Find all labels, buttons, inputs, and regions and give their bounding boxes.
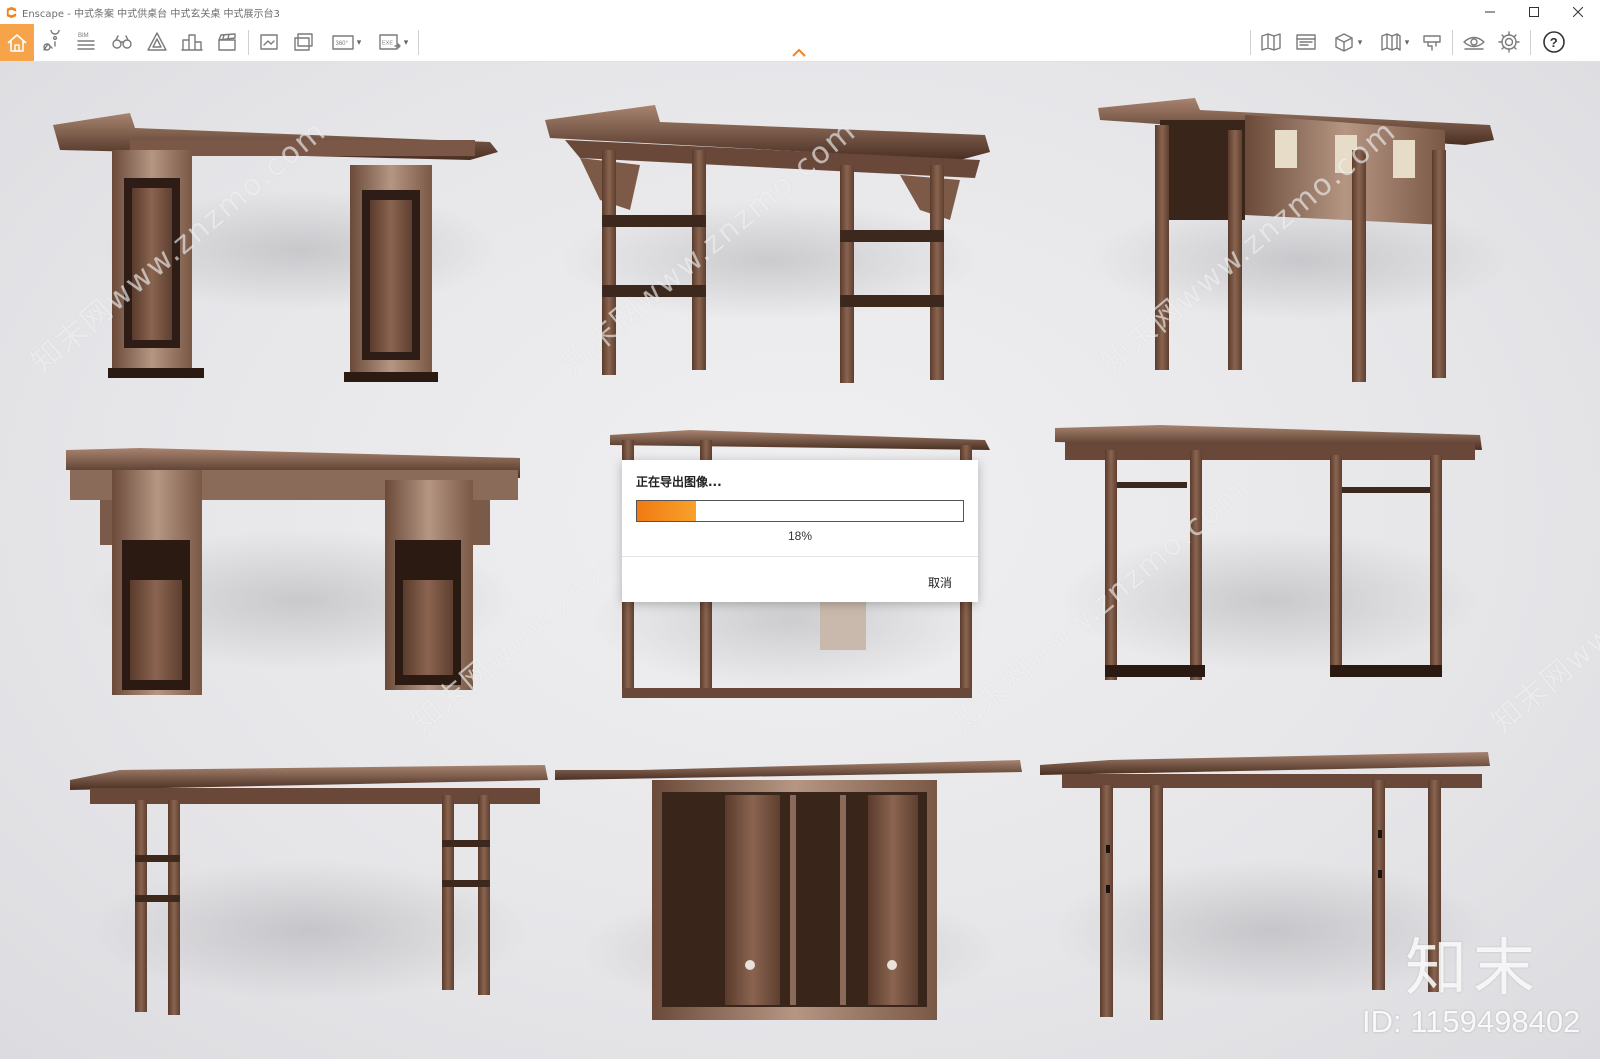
table-6 [1055, 425, 1482, 680]
panorama-button[interactable]: 360° ▾ [326, 26, 366, 58]
bim-button[interactable]: BIM [72, 26, 100, 58]
batch-render-icon [294, 33, 313, 51]
dialog-divider [622, 556, 978, 557]
bim-label: BIM [78, 33, 89, 39]
eye-icon [1463, 36, 1485, 50]
watermark-logo: 知末 [1405, 931, 1542, 1004]
toolbar-separator [1530, 30, 1531, 55]
asset-library-icon [147, 32, 167, 51]
render-image-button[interactable] [255, 26, 283, 58]
help-label: ? [1550, 35, 1558, 50]
window-title: Enscape - 中式条案 中式供桌台 中式玄关桌 中式展示台3 [22, 8, 280, 20]
batch-render-button[interactable] [290, 26, 318, 58]
cancel-button[interactable]: 取消 [928, 574, 952, 591]
location-pin-icon [43, 30, 60, 51]
render-window-icon [1296, 34, 1316, 50]
map-icon [1261, 33, 1281, 51]
help-button[interactable]: ? [1540, 26, 1568, 58]
progress-percent: 18% [787, 529, 813, 543]
toolbar-separator [418, 30, 419, 55]
settings-icon [1498, 31, 1520, 53]
render-window-button[interactable] [1292, 26, 1320, 58]
home-icon [7, 33, 27, 52]
dialog-title: 正在导出图像... [636, 475, 722, 489]
settings-button[interactable] [1495, 26, 1523, 58]
toolbar-separator [248, 30, 249, 55]
clapper-icon [218, 33, 236, 51]
panorama-label: 360° [335, 41, 348, 47]
collapse-toolbar-icon[interactable] [791, 48, 807, 58]
chevron-down-icon: ▾ [356, 36, 362, 47]
table-8 [555, 760, 1022, 1020]
minimize-button[interactable] [1468, 0, 1512, 24]
toolbar-separator [1250, 30, 1251, 55]
close-button[interactable] [1556, 0, 1600, 24]
chevron-down-icon: ▾ [1404, 36, 1410, 47]
exe-export-icon: EXE [379, 34, 401, 50]
maximize-icon [1529, 7, 1539, 17]
export-progress-dialog: 正在导出图像... 18% 取消 [622, 460, 978, 602]
buildings-icon [181, 34, 203, 51]
visual-settings-button[interactable] [1460, 26, 1488, 58]
binoculars-icon [112, 35, 132, 49]
exe-label: EXE [382, 41, 393, 47]
table-7 [70, 765, 548, 1015]
watermark-id: ID: 1159498402 [1362, 1004, 1581, 1039]
screenshot-icon [260, 34, 278, 50]
table-4 [66, 448, 520, 695]
export-progress-bar [636, 500, 964, 522]
map-button[interactable] [1257, 26, 1285, 58]
chevron-down-icon: ▾ [1357, 36, 1363, 47]
maximize-button[interactable] [1512, 0, 1556, 24]
progress-fill [637, 501, 696, 521]
home-button[interactable] [0, 24, 34, 61]
title-bar: Enscape - 中式条案 中式供桌台 中式玄关桌 中式展示台3 [0, 0, 1600, 24]
book-icon [1381, 33, 1401, 51]
site-context-button[interactable] [178, 26, 206, 58]
toolbar-separator [1452, 30, 1453, 55]
walk-mode-button[interactable] [108, 26, 136, 58]
enscape-logo-icon [6, 6, 17, 18]
exe-export-button[interactable]: EXE ▾ [372, 26, 414, 58]
material-icon [1423, 35, 1441, 51]
camera-position-button[interactable] [38, 26, 66, 58]
box-icon [1335, 33, 1353, 52]
close-icon [1573, 7, 1583, 17]
minimize-icon [1485, 11, 1495, 13]
help-icon: ? [1543, 31, 1565, 53]
window-controls [1468, 0, 1600, 24]
views-button[interactable]: ▾ [1373, 26, 1415, 58]
panorama-360-icon: 360° [332, 35, 354, 50]
video-editor-button[interactable] [213, 26, 241, 58]
asset-library-button[interactable] [143, 26, 171, 58]
bim-icon: BIM [77, 33, 95, 50]
chevron-down-icon: ▾ [403, 36, 409, 47]
material-editor-button[interactable] [1418, 26, 1446, 58]
view-mode-button[interactable]: ▾ [1326, 26, 1368, 58]
